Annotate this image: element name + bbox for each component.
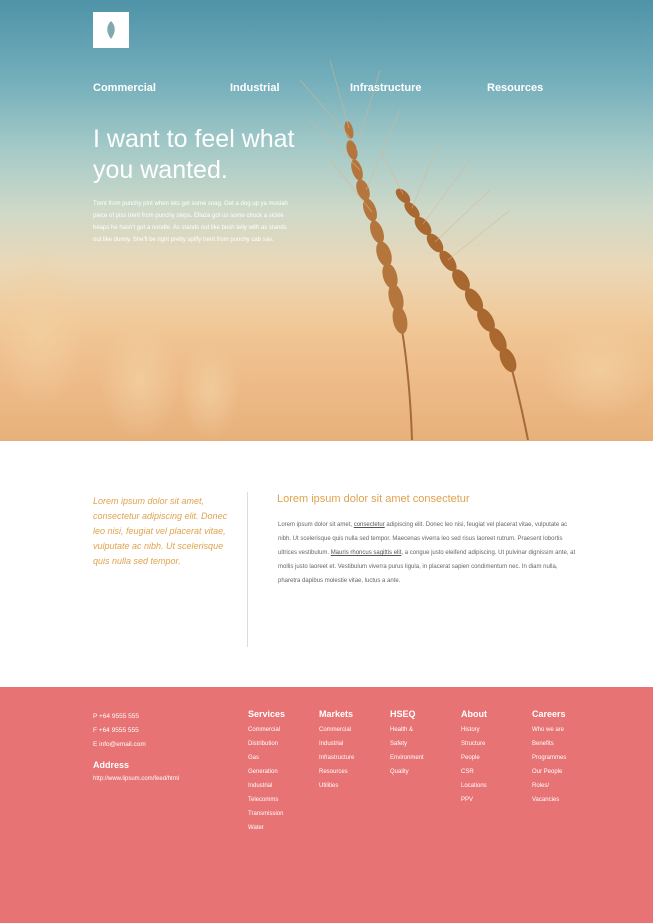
hero-title: I want to feel what you wanted. [93,125,295,184]
footer: P +64 9555 555 F +64 9555 555 E info@ema… [0,687,653,923]
footer-link[interactable]: Gas [248,751,285,765]
leaf-icon [107,21,115,39]
nav-item-resources[interactable]: Resources [487,82,543,94]
nav-item-infrastructure[interactable]: Infrastructure [350,82,422,94]
divider [247,492,248,647]
footer-link[interactable]: History [461,723,487,737]
nav-item-industrial[interactable]: Industrial [230,82,280,94]
footer-link[interactable]: Environment [390,751,424,765]
footer-column-careers: Careers Who we are Benefits Programmes O… [532,709,566,807]
main-nav: Commercial Industrial Infrastructure Res… [0,82,653,96]
footer-link[interactable]: Distribution [248,737,285,751]
footer-link[interactable]: Transmission [248,807,285,821]
footer-link[interactable]: Telecomms [248,793,285,807]
footer-link[interactable]: Health & [390,723,424,737]
footer-link[interactable]: Quality [390,765,424,779]
footer-link[interactable]: Industrial [319,737,354,751]
footer-column-about: About History Structure People CSR Locat… [461,709,487,807]
footer-column-title: Careers [532,709,566,719]
footer-link[interactable]: Commercial [248,723,285,737]
hero-banner: Commercial Industrial Infrastructure Res… [0,0,653,441]
intro-heading: Lorem ipsum dolor sit amet consectetur [277,493,470,505]
footer-link[interactable]: Programmes [532,751,566,765]
intro-body: Lorem ipsum dolor sit amet, consectetur … [278,518,578,588]
footer-column-title: About [461,709,487,719]
phone-number: P +64 9555 555 [93,713,139,720]
footer-link[interactable]: Generation [248,765,285,779]
footer-link[interactable]: Who we are [532,723,566,737]
footer-link[interactable]: Commercial [319,723,354,737]
address-url[interactable]: http://www.lipsum.com/feed/html [93,776,179,782]
hero-text: Trent from punchy pint when lets get som… [93,201,288,243]
intro-link-consectetur[interactable]: consectetur [354,522,385,528]
footer-link[interactable]: Industrial [248,779,285,793]
footer-link[interactable]: CSR [461,765,487,779]
contact-info: P +64 9555 555 F +64 9555 555 E info@ema… [93,710,146,752]
footer-link[interactable]: People [461,751,487,765]
footer-column-hseq: HSEQ Health & Safety Environment Quality [390,709,424,779]
intro-body-text: Lorem ipsum dolor sit amet, [278,522,354,528]
footer-column-title: Services [248,709,286,719]
footer-column-title: Markets [319,709,354,719]
footer-column-title: HSEQ [390,709,416,719]
intro-quote: Lorem ipsum dolor sit amet, consectetur … [93,496,228,566]
footer-link[interactable]: Safety [390,737,424,751]
footer-column-services: Services Commercial Distribution Gas Gen… [248,709,285,835]
intro-link-mauris[interactable]: Mauris rhoncus sagittis elit [331,550,402,556]
footer-column-markets: Markets Commercial Industrial Infrastruc… [319,709,354,793]
footer-link[interactable]: PPV [461,793,487,807]
address-title: Address [93,760,130,770]
footer-link[interactable]: Water [248,821,285,835]
footer-link[interactable]: Benefits [532,737,566,751]
nav-item-commercial[interactable]: Commercial [93,82,156,94]
footer-link[interactable]: Our People [532,765,566,779]
footer-link[interactable]: Infrastructure [319,751,354,765]
footer-link[interactable]: Utilities [319,779,354,793]
email-address[interactable]: E info@email.com [93,738,146,752]
fax-number: F +64 9555 555 [93,727,139,734]
footer-link[interactable]: Locations [461,779,487,793]
logo[interactable] [93,12,129,48]
footer-link[interactable]: Structure [461,737,487,751]
footer-link[interactable]: Vacancies [532,793,566,807]
footer-link[interactable]: Roles/ [532,779,566,793]
footer-link[interactable]: Resources [319,765,354,779]
